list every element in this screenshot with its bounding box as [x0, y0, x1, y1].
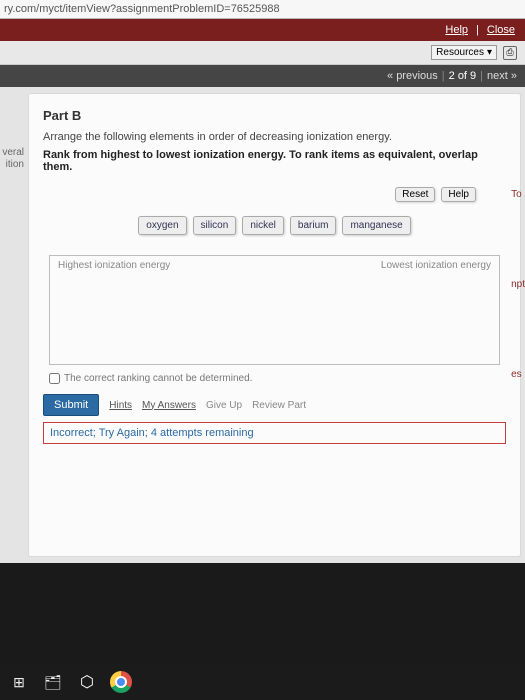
item-nickel[interactable]: nickel	[242, 216, 284, 235]
cannot-determine-label: The correct ranking cannot be determined…	[64, 373, 252, 384]
item-manganese[interactable]: manganese	[342, 216, 410, 235]
item-silicon[interactable]: silicon	[193, 216, 237, 235]
question-card: Part B Arrange the following elements in…	[28, 93, 521, 557]
instruction-1: Arrange the following elements in order …	[43, 131, 506, 143]
give-up-link[interactable]: Give Up	[206, 400, 242, 411]
address-bar[interactable]: ry.com/myct/itemView?assignmentProblemID…	[0, 0, 525, 19]
resources-dropdown[interactable]: Resources ▾	[431, 45, 497, 60]
item-barium[interactable]: barium	[290, 216, 337, 235]
toolbar: Resources ▾ ⎙	[0, 41, 525, 65]
taskbar: ⊞ 🗂 ⬡	[0, 664, 525, 700]
file-explorer-icon[interactable]: 🗂	[40, 669, 66, 695]
left-cutoff-panel: veral ition	[0, 87, 24, 563]
rank-right-label: Lowest ionization energy	[381, 260, 491, 360]
chrome-icon[interactable]	[108, 669, 134, 695]
ranking-dropzone[interactable]: Highest ionization energy Lowest ionizat…	[49, 255, 500, 365]
help-link[interactable]: Help	[445, 24, 468, 36]
submit-button[interactable]: Submit	[43, 394, 99, 416]
right-cutoff: To npt es	[511, 180, 525, 450]
rank-left-label: Highest ionization energy	[58, 260, 170, 360]
reset-button[interactable]: Reset	[395, 187, 435, 202]
review-part-link[interactable]: Review Part	[252, 400, 306, 411]
item-oxygen[interactable]: oxygen	[138, 216, 186, 235]
feedback-box: Incorrect; Try Again; 4 attempts remaini…	[43, 422, 506, 444]
topbar-sep: |	[476, 24, 479, 36]
resources-label: Resources	[436, 47, 484, 58]
instruction-2: Rank from highest to lowest ionization e…	[43, 149, 506, 173]
top-bar: Help | Close	[0, 19, 525, 41]
draggable-items: oxygen silicon nickel barium manganese	[43, 216, 506, 235]
hints-link[interactable]: Hints	[109, 400, 132, 411]
my-answers-link[interactable]: My Answers	[142, 400, 196, 411]
ranking-help-button[interactable]: Help	[441, 187, 476, 202]
page-nav: « previous | 2 of 9 | next »	[0, 65, 525, 87]
prev-button[interactable]: « previous	[387, 70, 438, 82]
start-icon[interactable]: ⊞	[6, 669, 32, 695]
chevron-down-icon: ▾	[487, 47, 492, 58]
dropbox-icon[interactable]: ⬡	[74, 669, 100, 695]
part-title: Part B	[43, 108, 506, 123]
next-button[interactable]: next »	[487, 70, 517, 82]
cannot-determine-checkbox[interactable]	[49, 373, 60, 384]
page-counter: 2 of 9	[449, 70, 477, 82]
print-icon[interactable]: ⎙	[503, 46, 517, 60]
close-link[interactable]: Close	[487, 24, 515, 36]
